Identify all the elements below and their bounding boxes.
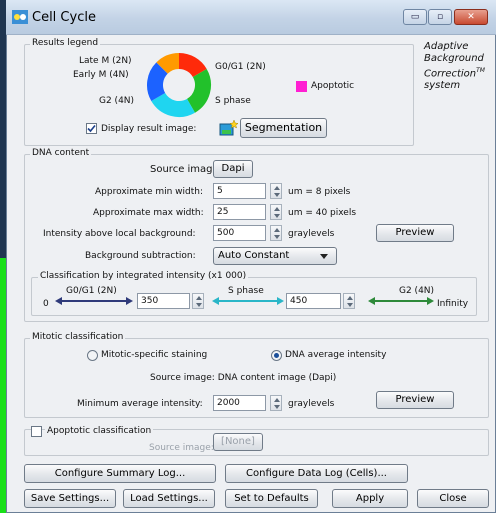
maximize-button[interactable]: ▫ bbox=[428, 9, 452, 25]
bg-subtraction-value: Auto Constant bbox=[218, 250, 290, 261]
apply-button[interactable]: Apply bbox=[332, 489, 408, 508]
intensity-unit: graylevels bbox=[288, 229, 335, 239]
intensity-spinner[interactable] bbox=[270, 225, 282, 241]
min-average-spinner[interactable] bbox=[270, 395, 282, 411]
display-result-image-label: Display result image: bbox=[101, 124, 197, 134]
mitotic-source-text: Source image: DNA content image (Dapi) bbox=[150, 373, 337, 383]
maximize-icon: ▫ bbox=[436, 12, 444, 22]
max-width-label: Approximate max width: bbox=[93, 208, 204, 218]
legend-s-phase: S phase bbox=[215, 96, 251, 106]
mitotic-specific-label: Mitotic-specific staining bbox=[101, 350, 208, 360]
min-average-unit: graylevels bbox=[288, 399, 335, 409]
dna-average-label: DNA average intensity bbox=[285, 350, 387, 360]
legend-apoptotic: Apoptotic bbox=[311, 81, 355, 91]
apoptotic-color-swatch bbox=[296, 81, 307, 92]
threshold-1-input[interactable]: 350 bbox=[137, 293, 190, 309]
display-result-image-checkbox[interactable] bbox=[86, 123, 97, 134]
min-width-label: Approximate min width: bbox=[95, 187, 204, 197]
wheel-segment-g2 bbox=[147, 62, 169, 101]
mitotic-preview-button[interactable]: Preview bbox=[376, 391, 454, 409]
max-width-unit: um = 40 pixels bbox=[288, 208, 357, 218]
mitotic-title: Mitotic classification bbox=[30, 332, 126, 342]
apoptotic-source-button[interactable]: [None] bbox=[213, 433, 263, 451]
configure-data-log-button[interactable]: Configure Data Log (Cells)... bbox=[225, 464, 408, 483]
brand-line-1: Adaptive bbox=[424, 41, 469, 52]
bg-subtraction-dropdown[interactable]: Auto Constant bbox=[213, 247, 337, 265]
wheel-segment-late-m bbox=[178, 53, 207, 78]
max-width-input[interactable]: 25 bbox=[213, 204, 266, 220]
apoptotic-title: Apoptotic classification bbox=[45, 426, 154, 436]
wheel-segment-g0g1 bbox=[186, 69, 211, 113]
threshold-2-input[interactable]: 450 bbox=[286, 293, 341, 309]
max-width-spinner[interactable] bbox=[270, 204, 282, 220]
legend-g0g1: G0/G1 (2N) bbox=[215, 62, 266, 72]
brand-line-3: Correction bbox=[424, 68, 477, 80]
g0g1-range-arrow bbox=[55, 297, 133, 305]
load-settings-button[interactable]: Load Settings... bbox=[123, 489, 215, 508]
apoptotic-checkbox[interactable] bbox=[31, 426, 42, 437]
chevron-down-icon bbox=[320, 254, 328, 259]
min-width-input[interactable]: 5 bbox=[213, 183, 266, 199]
dna-average-radio[interactable] bbox=[271, 350, 282, 361]
wheel-segment-s-phase bbox=[151, 92, 195, 117]
classification-start: 0 bbox=[43, 299, 49, 309]
close-window-button[interactable]: ✕ bbox=[454, 9, 488, 25]
close-button[interactable]: Close bbox=[417, 489, 489, 508]
result-image-icon[interactable] bbox=[219, 119, 239, 137]
classification-g2-label: G2 (4N) bbox=[399, 286, 435, 296]
min-width-unit: um = 8 pixels bbox=[288, 187, 351, 197]
save-settings-button[interactable]: Save Settings... bbox=[24, 489, 116, 508]
dna-source-image-button[interactable]: Dapi bbox=[213, 160, 253, 178]
min-width-spinner[interactable] bbox=[270, 183, 282, 199]
minimize-button[interactable]: ▭ bbox=[403, 9, 427, 25]
threshold-2-spinner[interactable] bbox=[343, 293, 355, 309]
set-to-defaults-button[interactable]: Set to Defaults bbox=[225, 489, 318, 508]
app-icon bbox=[12, 10, 28, 24]
close-icon: ✕ bbox=[467, 12, 475, 22]
classification-title: Classification by integrated intensity (… bbox=[38, 271, 249, 281]
min-average-label: Minimum average intensity: bbox=[77, 399, 203, 409]
intensity-input[interactable]: 500 bbox=[213, 225, 266, 241]
minimize-icon: ▭ bbox=[410, 12, 420, 22]
mitotic-specific-radio[interactable] bbox=[87, 350, 98, 361]
min-average-input[interactable]: 2000 bbox=[213, 395, 266, 411]
legend-late-m: Late M (2N) bbox=[79, 56, 132, 66]
wheel-segment-early-m bbox=[156, 53, 180, 75]
results-legend-title: Results legend bbox=[30, 38, 101, 48]
classification-s-label: S phase bbox=[228, 286, 264, 296]
brand-line-4: system bbox=[424, 80, 461, 92]
configure-summary-log-button[interactable]: Configure Summary Log... bbox=[24, 464, 216, 483]
window-title: Cell Cycle bbox=[32, 10, 96, 25]
s-phase-range-arrow bbox=[212, 297, 284, 305]
checkmark-icon bbox=[87, 124, 96, 133]
dna-content-title: DNA content bbox=[30, 148, 92, 158]
g2-range-arrow bbox=[368, 297, 434, 305]
cell-cycle-wheel bbox=[147, 53, 211, 117]
classification-g0g1-label: G0/G1 (2N) bbox=[66, 286, 117, 296]
brand-trademark: TM bbox=[476, 67, 485, 74]
dna-preview-button[interactable]: Preview bbox=[376, 224, 454, 242]
threshold-1-spinner[interactable] bbox=[192, 293, 204, 309]
intensity-label: Intensity above local background: bbox=[43, 229, 196, 239]
bg-subtraction-label: Background subtraction: bbox=[85, 251, 196, 261]
legend-early-m: Early M (4N) bbox=[73, 70, 129, 80]
legend-g2: G2 (4N) bbox=[99, 96, 135, 106]
brand-text: Adaptive Background CorrectionTM system bbox=[424, 41, 485, 92]
brand-line-2: Background bbox=[424, 53, 484, 64]
apoptotic-source-label: Source image: bbox=[149, 443, 214, 453]
classification-end: Infinity bbox=[437, 299, 469, 309]
segmentation-button[interactable]: Segmentation bbox=[240, 118, 327, 138]
dna-source-image-label: Source image: bbox=[150, 164, 223, 175]
